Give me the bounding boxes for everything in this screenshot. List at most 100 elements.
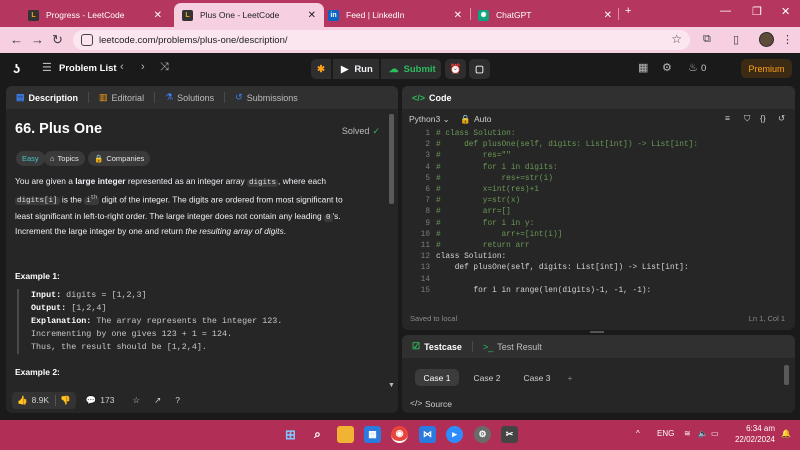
companies-button[interactable]: 🔒 Companies — [88, 151, 151, 166]
chevron-down-icon: ⌄ — [442, 114, 450, 124]
next-problem-icon[interactable]: › — [141, 61, 145, 73]
submit-button[interactable]: ☁ Submit — [381, 59, 441, 79]
text: Increment the large integer by one and r… — [15, 226, 186, 236]
clock-date[interactable]: 22/02/2024 — [733, 435, 775, 444]
source-bar: </> Source — [402, 396, 795, 413]
scrollbar-thumb[interactable] — [389, 114, 394, 204]
menu-kebab-icon[interactable]: ⋮ — [782, 33, 793, 46]
clock-time[interactable]: 6:34 am — [733, 424, 775, 433]
example-1-block: Input: digits = [1,2,3] Output: [1,2,4] … — [17, 289, 367, 354]
case-1-tab[interactable]: Case 1 — [415, 369, 459, 386]
notification-icon[interactable]: 🔔 — [781, 429, 791, 438]
text: least significant in left-to-right order… — [15, 210, 324, 221]
tab-editorial[interactable]: ▥ Editorial — [99, 92, 144, 103]
browser-tab-chatgpt[interactable]: ✺ ChatGPT ✕ — [470, 3, 620, 27]
browser-tab-progress[interactable]: L Progress - LeetCode ✕ — [20, 3, 170, 27]
chatgpt-icon: ✺ — [478, 9, 489, 21]
problem-list-link[interactable]: Problem List — [59, 63, 117, 74]
back-icon[interactable]: ← — [10, 32, 23, 47]
code-editor[interactable]: 1 # class Solution: 2 # def plusOne(self, d… — [402, 130, 795, 330]
star-icon[interactable]: ☆ — [132, 395, 140, 406]
reset-icon[interactable]: ↺ — [778, 113, 785, 124]
language-select[interactable]: Python3 ⌄ — [409, 114, 450, 125]
thumbs-down-icon[interactable]: 👎 — [55, 394, 71, 406]
check-circle-icon: ✓ — [372, 126, 380, 136]
description-panel: ▤ Description ▥ Editorial ⚗ Solutions ↺ … — [6, 86, 398, 413]
close-icon[interactable]: ✕ — [308, 10, 316, 21]
wifi-icon[interactable]: ≋ — [684, 429, 691, 438]
snipping-tool-icon[interactable]: ✂ — [501, 426, 518, 443]
tab-description[interactable]: ▤ Description — [16, 92, 78, 103]
close-icon[interactable]: ✕ — [454, 10, 462, 21]
site-info-icon[interactable] — [81, 34, 93, 46]
restore-icon[interactable]: ❐ — [752, 5, 762, 18]
case-2-tab[interactable]: Case 2 — [465, 369, 509, 386]
code-tab[interactable]: </> Code — [412, 93, 452, 103]
windows-start-icon[interactable]: ⊞ — [282, 426, 299, 443]
tab-submissions[interactable]: ↺ Submissions — [235, 92, 298, 103]
add-case-button[interactable]: + — [562, 369, 578, 386]
debug-button[interactable]: ✱ — [311, 59, 331, 79]
tab-testcase[interactable]: ☑ Testcase — [412, 341, 462, 352]
line-number: 8 — [425, 208, 430, 217]
profile-avatar[interactable] — [759, 32, 774, 47]
line-text: def plusOne(self, digits: List[int]) -> … — [436, 264, 689, 273]
like-button[interactable]: 👍 8.9K 👎 — [12, 391, 76, 409]
chevron-up-icon[interactable]: ^ — [636, 429, 640, 438]
battery-icon[interactable]: ▭ — [711, 429, 719, 438]
timer-button[interactable]: ⏰ — [445, 59, 466, 79]
prev-problem-icon[interactable]: ‹ — [120, 61, 124, 73]
address-bar[interactable]: leetcode.com/problems/plus-one/descripti… — [73, 30, 690, 50]
file-explorer-icon[interactable] — [337, 426, 354, 443]
close-icon[interactable]: ✕ — [154, 10, 162, 21]
zoom-icon[interactable]: ▸ — [446, 426, 463, 443]
case-3-tab[interactable]: Case 3 — [515, 369, 559, 386]
format-icon[interactable]: ≡ — [725, 113, 730, 123]
tab-label: Submissions — [246, 92, 298, 103]
close-window-icon[interactable]: ✕ — [781, 5, 790, 18]
tab-test-result[interactable]: >_ Test Result — [483, 342, 542, 352]
browser-tab-plus-one[interactable]: L Plus One - LeetCode ✕ — [174, 3, 324, 27]
list-icon[interactable]: ☰ — [42, 61, 52, 74]
settings-icon[interactable]: ⚙ — [474, 426, 491, 443]
settings-gear-icon[interactable]: ⚙ — [662, 61, 672, 74]
chrome-icon[interactable]: ◉ — [391, 426, 408, 443]
vscode-icon[interactable]: ⋈ — [419, 426, 436, 443]
shuffle-icon[interactable]: ⤨ — [160, 61, 169, 74]
resize-handle[interactable] — [590, 331, 604, 333]
difficulty-badge[interactable]: Easy — [16, 151, 45, 166]
extensions-icon[interactable]: ⧉ — [703, 33, 711, 46]
line-text: # res="" — [436, 152, 511, 161]
new-tab-icon[interactable]: + — [625, 5, 631, 17]
store-icon[interactable]: ▦ — [364, 426, 381, 443]
layout-grid-icon[interactable]: ▦ — [638, 61, 648, 74]
source-link[interactable]: Source — [425, 399, 452, 409]
bookmark-star-icon[interactable]: ☆ — [671, 32, 682, 46]
language-indicator[interactable]: ENG — [657, 429, 674, 438]
braces-icon[interactable]: {} — [760, 113, 766, 123]
side-panel-icon[interactable]: ▯ — [733, 33, 739, 46]
share-icon[interactable]: ↗ — [154, 395, 161, 406]
forward-icon[interactable]: → — [31, 32, 44, 47]
fire-streak-icon[interactable]: ♨ — [688, 61, 698, 74]
minimize-icon[interactable]: — — [720, 5, 731, 17]
comment-icon[interactable]: 💬 — [86, 395, 97, 406]
code-title: Code — [429, 92, 452, 103]
browser-tab-linkedin[interactable]: in Feed | LinkedIn ✕ — [320, 3, 470, 27]
scrollbar-thumb[interactable] — [784, 365, 789, 385]
volume-icon[interactable]: 🔈 — [698, 429, 708, 438]
search-icon[interactable]: ⌕ — [309, 426, 326, 443]
close-icon[interactable]: ✕ — [604, 10, 612, 21]
testcase-panel-header: ☑ Testcase >_ Test Result — [402, 335, 795, 358]
leetcode-logo-icon[interactable]: ʖ — [13, 61, 20, 76]
premium-button[interactable]: Premium — [741, 59, 792, 78]
reload-icon[interactable]: ↻ — [52, 32, 63, 48]
line-text: # y=str(x) — [436, 197, 521, 206]
bookmark-icon[interactable]: ⛉ — [744, 113, 750, 124]
topics-button[interactable]: ⌂ Topics — [44, 151, 85, 166]
help-icon[interactable]: ? — [175, 395, 180, 405]
run-button[interactable]: ▶ Run — [333, 59, 379, 79]
notes-button[interactable]: ▢ — [469, 59, 490, 79]
tab-solutions[interactable]: ⚗ Solutions — [165, 92, 214, 103]
auto-mode-label[interactable]: Auto — [474, 114, 492, 124]
